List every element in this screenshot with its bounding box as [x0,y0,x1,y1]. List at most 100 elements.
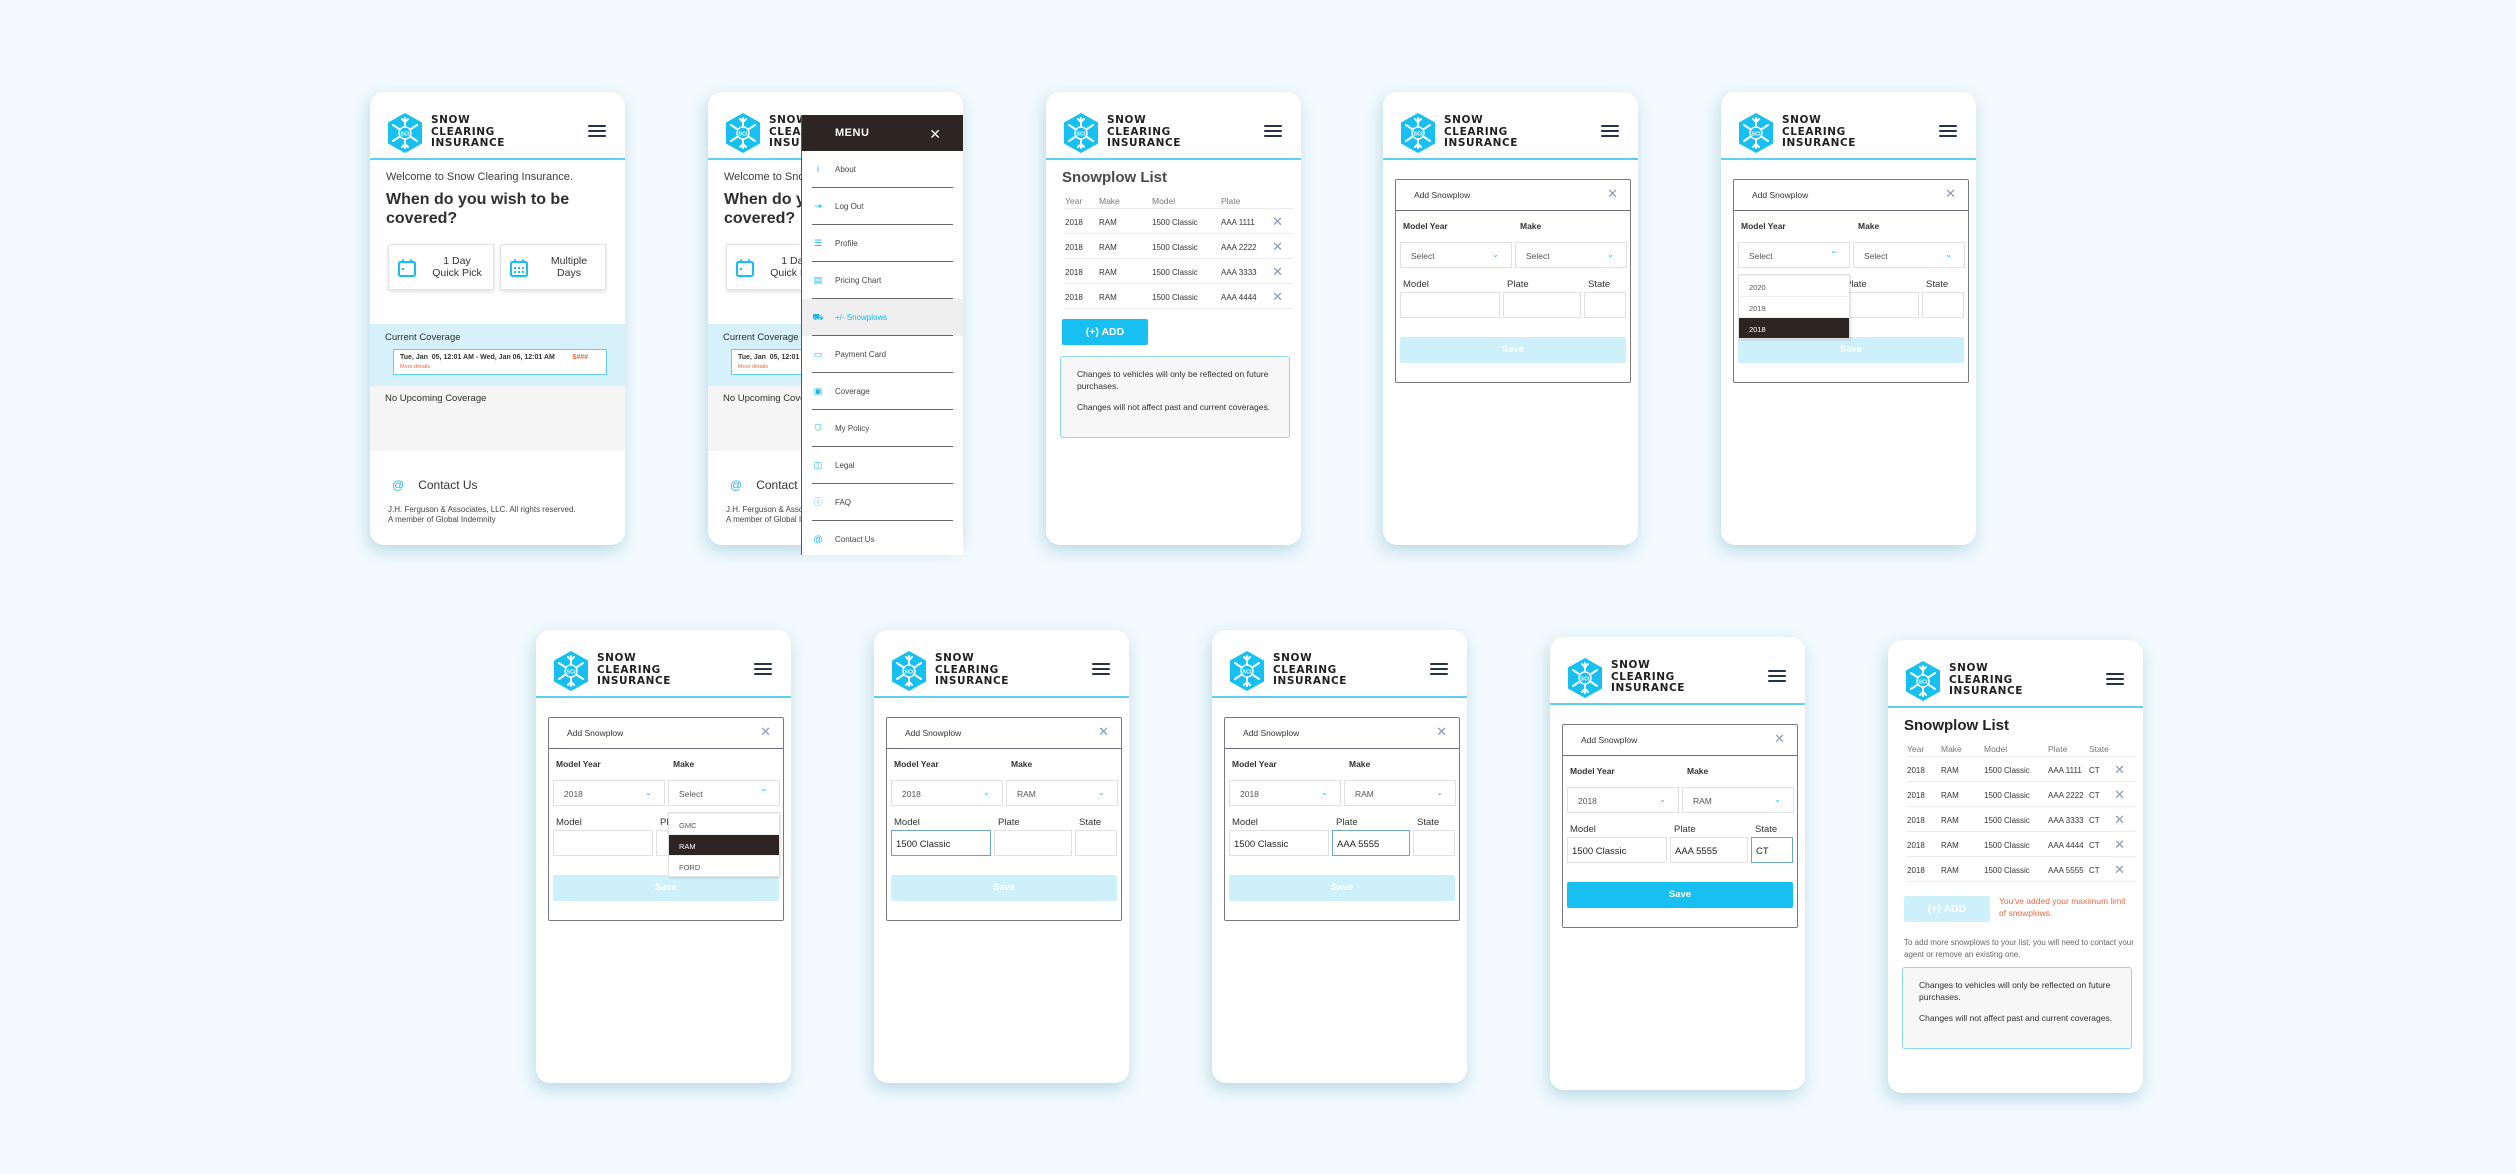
model-year-select[interactable]: Select ⌃ [1738,242,1850,268]
menu-item-pricing-chart[interactable]: ▤ Pricing Chart [802,262,963,299]
legal-footer: J.H. Ferguson & Associates, LLC. All rig… [388,505,576,524]
save-button[interactable]: Save [1738,337,1964,363]
model-input[interactable]: 1500 Classic [1567,837,1667,863]
menu-item-about[interactable]: i About [802,151,963,188]
hamburger-menu-icon[interactable] [1939,125,1957,137]
menu-item-coverage[interactable]: ▣ Coverage [802,373,963,410]
column-header: Year [1065,196,1083,206]
remove-row-icon[interactable]: ✕ [1272,214,1283,230]
hamburger-menu-icon[interactable] [1601,125,1619,137]
close-dialog-icon[interactable]: ✕ [760,724,771,740]
state-input[interactable] [1922,292,1964,318]
menu-item-faq[interactable]: ⓘ FAQ [802,484,963,521]
chevron-icon: ⌄ [1436,788,1443,797]
contact-us-link[interactable]: @ Contact Us [392,478,478,492]
menu-item-log-out[interactable]: ⇥ Log Out [802,188,963,225]
chevron-icon: ⌄ [645,788,652,797]
close-dialog-icon[interactable]: ✕ [1774,731,1785,747]
menu-item-legal[interactable]: ◫ Legal [802,447,963,484]
more-details-link[interactable]: More details [400,364,430,370]
coverage-card[interactable]: Tue, Jan 05, 12:01 AM - Wed, Jan 06, 12:… [393,349,607,375]
plate-input[interactable]: AAA 5555 [1670,837,1748,863]
remove-row-icon[interactable]: ✕ [1272,239,1283,255]
close-dialog-icon[interactable]: ✕ [1436,724,1447,740]
model-year-select[interactable]: 2018 ⌄ [891,780,1003,806]
table-row: 2018 RAM 1500 Classic AAA 2222 CT ✕ [1907,782,2135,807]
remove-row-icon[interactable]: ✕ [2114,762,2125,778]
state-input[interactable] [1584,292,1626,318]
menu-item-my-policy[interactable]: ⛉ My Policy [802,410,963,447]
add-snowplow-button-disabled[interactable]: (+) ADD [1904,896,1990,922]
close-dialog-icon[interactable]: ✕ [1607,186,1618,202]
make-select[interactable]: RAM ⌄ [1682,787,1794,813]
cell-plate: AAA 1111 [2048,766,2082,775]
calendar-grid-icon [510,259,528,277]
model-year-select[interactable]: Select ⌄ [1400,242,1512,268]
close-dialog-icon[interactable]: ✕ [1098,724,1109,740]
model-year-select[interactable]: 2018 ⌄ [1567,787,1679,813]
menu-item-contact-us[interactable]: @ Contact Us [802,521,963,555]
app-header: SCI SNOW CLEARING INSURANCE [1550,637,1805,705]
remove-row-icon[interactable]: ✕ [2114,862,2125,878]
hamburger-menu-icon[interactable] [1768,670,1786,682]
add-snowplow-button[interactable]: (+) ADD [1062,319,1148,345]
plate-input[interactable]: AAA 5555 [1332,830,1410,856]
make-select[interactable]: Select ⌄ [1853,242,1965,268]
hamburger-menu-icon[interactable] [1092,663,1110,675]
remove-row-icon[interactable]: ✕ [2114,787,2125,803]
remove-row-icon[interactable]: ✕ [2114,837,2125,853]
remove-row-icon[interactable]: ✕ [2114,812,2125,828]
plate-input[interactable] [1503,292,1581,318]
close-dialog-icon[interactable]: ✕ [1945,186,1956,202]
cell-make: RAM [1941,766,1959,775]
save-button[interactable]: Save [553,875,779,901]
cell-plate: AAA 4444 [1221,293,1257,302]
save-button[interactable]: Save [891,875,1117,901]
cell-plate: AAA 4444 [2048,841,2084,850]
make-select[interactable]: Select ⌄ [1515,242,1627,268]
one-day-quick-pick-button[interactable]: 1 Day Quick Pick [388,244,494,290]
model-input[interactable]: 1500 Classic [1229,830,1329,856]
hamburger-menu-icon[interactable] [588,125,606,137]
model-year-select[interactable]: 2018 ⌄ [553,780,665,806]
make-select[interactable]: RAM ⌄ [1006,780,1118,806]
save-button[interactable]: Save [1400,337,1626,363]
dropdown-option[interactable]: 2018 [1739,317,1849,338]
model-year-label: Model Year [1232,759,1277,769]
remove-row-icon[interactable]: ✕ [1272,289,1283,305]
page-title: Snowplow List [1062,169,1167,186]
make-select[interactable]: Select ⌃ [668,780,780,806]
model-input[interactable] [553,830,653,856]
multiple-days-button[interactable]: Multiple Days [500,244,606,290]
remove-row-icon[interactable]: ✕ [1272,264,1283,280]
dropdown-option[interactable]: 2020 [1739,275,1849,296]
make-dropdown-list: GMC RAM FORD [668,812,780,877]
make-select[interactable]: RAM ⌄ [1344,780,1456,806]
menu-item-snowplows[interactable]: ⛟ +/- Snowplows [802,299,963,336]
dropdown-option[interactable]: FORD [669,855,779,876]
dropdown-option[interactable]: GMC [669,813,779,834]
state-input[interactable]: CT [1751,837,1793,863]
hamburger-menu-icon[interactable] [2106,673,2124,685]
save-button[interactable]: Save [1229,875,1455,901]
model-year-select[interactable]: 2018 ⌄ [1229,780,1341,806]
state-input[interactable] [1413,830,1455,856]
snowplow-table: Year Make Model Plate State 2018 RAM 1500 Class… [1907,742,2135,882]
dropdown-option[interactable]: 2019 [1739,296,1849,317]
cell-model: 1500 Classic [1984,816,2030,825]
save-button[interactable]: Save [1567,882,1793,908]
plate-input[interactable] [1841,292,1919,318]
state-input[interactable] [1075,830,1117,856]
dropdown-option[interactable]: RAM [669,834,779,855]
plate-input[interactable] [994,830,1072,856]
hamburger-menu-icon[interactable] [754,663,772,675]
model-input[interactable] [1400,292,1500,318]
hamburger-menu-icon[interactable] [1430,663,1448,675]
hamburger-menu-icon[interactable] [1264,125,1282,137]
close-menu-icon[interactable]: ✕ [929,126,941,143]
snowflake-logo-icon: SCI [1568,658,1602,698]
model-input[interactable]: 1500 Classic [891,830,991,856]
menu-item-payment-card[interactable]: ▭ Payment Card [802,336,963,373]
menu-item-profile[interactable]: ☰ Profile [802,225,963,262]
brand-name: SNOW CLEARING INSURANCE [935,652,1010,687]
